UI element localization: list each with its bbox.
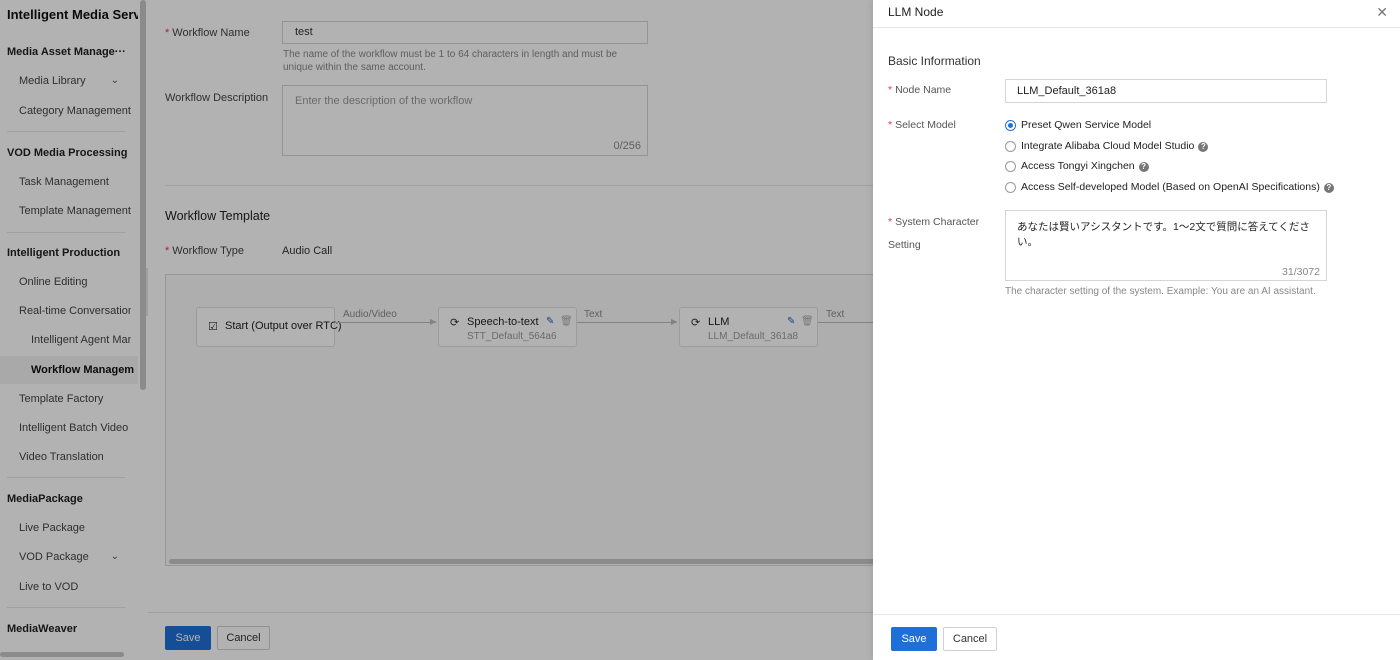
radio-icon[interactable] (1005, 161, 1016, 172)
radio-icon[interactable] (1005, 141, 1016, 152)
system-character-textarea[interactable]: あなたは賢いアシスタントです。1～2文で質問に答えてください。 31/3072 (1005, 210, 1327, 281)
radio-icon[interactable] (1005, 182, 1016, 193)
radio-label: Access Tongyi Xingchen? (1021, 160, 1149, 172)
system-character-label: * System Character (888, 216, 980, 228)
radio-label: Access Self-developed Model (Based on Op… (1021, 181, 1334, 193)
select-model-label: * Select Model (888, 119, 956, 131)
system-character-help: The character setting of the system. Exa… (1005, 286, 1316, 297)
system-character-counter: 31/3072 (1282, 266, 1320, 278)
node-name-label: * Node Name (888, 84, 952, 96)
node-name-input[interactable]: LLM_Default_361a8 (1005, 79, 1327, 103)
drawer-header: LLM Node ✕ (873, 0, 1400, 28)
system-character-value: あなたは賢いアシスタントです。1～2文で質問に答えてください。 (1017, 221, 1310, 248)
drawer-cancel-button[interactable]: Cancel (943, 627, 997, 651)
question-icon[interactable]: ? (1198, 142, 1209, 152)
radio-selected-icon[interactable] (1005, 120, 1016, 131)
drawer-footer: Save Cancel (873, 614, 1400, 660)
drawer-title: LLM Node (888, 5, 944, 19)
question-icon[interactable]: ? (1138, 162, 1149, 172)
radio-label: Integrate Alibaba Cloud Model Studio? (1021, 140, 1209, 152)
question-icon[interactable]: ? (1323, 183, 1334, 193)
system-character-label-line2: Setting (888, 239, 921, 251)
basic-information-title: Basic Information (888, 54, 981, 68)
radio-label: Preset Qwen Service Model (1021, 119, 1152, 131)
llm-node-drawer: LLM Node ✕ Basic Information * Node Name … (873, 0, 1400, 660)
close-icon[interactable]: ✕ (1376, 4, 1388, 21)
drawer-save-button[interactable]: Save (891, 627, 937, 651)
modal-mask[interactable] (0, 0, 873, 660)
